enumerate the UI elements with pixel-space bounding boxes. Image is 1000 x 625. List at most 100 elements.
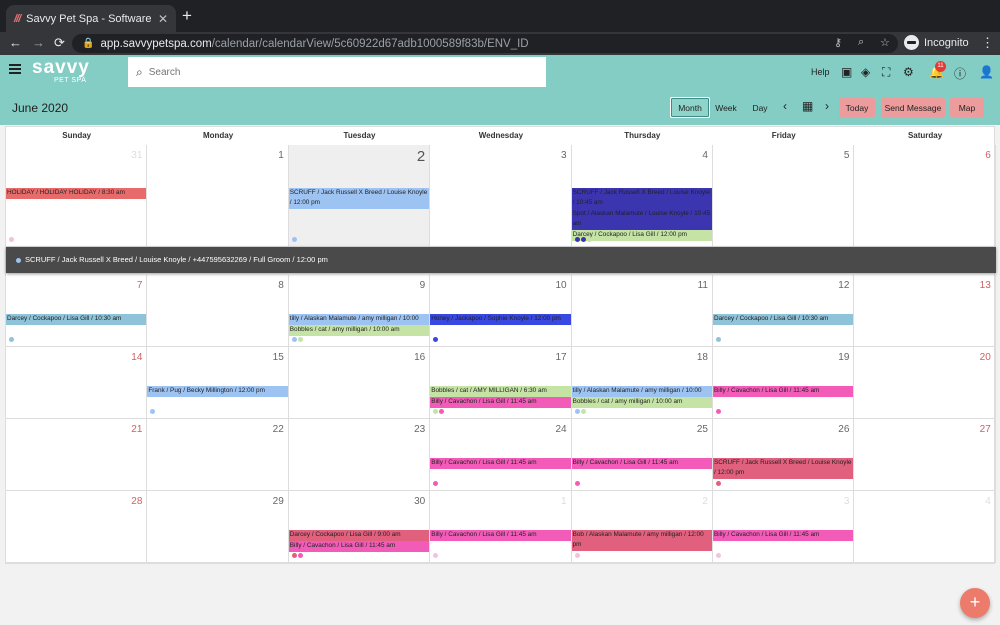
day-cell[interactable]: 2 Bob / Alaskan Malamute / amy milligan /… bbox=[571, 491, 713, 563]
day-cell[interactable]: 31 HOLIDAY / HOLIDAY HOLIDAY / 8:30 am bbox=[6, 145, 148, 247]
day-cell[interactable]: 22 bbox=[147, 419, 289, 491]
star-icon[interactable]: ☆ bbox=[880, 36, 890, 49]
week-view-button[interactable]: Week bbox=[712, 97, 740, 118]
day-cell[interactable]: 24 Billy / Cavachon / Lisa Gill / 11:45 a… bbox=[430, 419, 572, 491]
date-picker-icon[interactable]: ▦ bbox=[802, 99, 813, 113]
event-detail-bar[interactable]: SCRUFF / Jack Russell X Breed / Louise K… bbox=[6, 247, 996, 273]
help-link[interactable]: Help bbox=[811, 67, 830, 77]
day-cell[interactable]: 10 Honey / Jackapoo / Sophie Knoyle / 12:… bbox=[430, 275, 572, 347]
day-cell[interactable]: 18 tilly / Alaskan Malamute / amy milliga… bbox=[571, 347, 713, 419]
appointment-event[interactable]: Frank / Pug / Becky Millington / 12:00 p… bbox=[147, 386, 288, 397]
day-cell[interactable]: 6 bbox=[854, 145, 996, 247]
prev-arrow-icon[interactable]: ‹ bbox=[783, 99, 787, 113]
day-cell[interactable]: 20 bbox=[854, 347, 996, 419]
appointment-event[interactable]: HOLIDAY / HOLIDAY HOLIDAY / 8:30 am bbox=[6, 188, 147, 199]
day-view-button[interactable]: Day bbox=[747, 97, 773, 118]
event-indicator-dot bbox=[9, 237, 14, 242]
settings-gear-icon[interactable]: ⚙ bbox=[903, 65, 914, 79]
appointment-event[interactable]: Spot / Alaskan Malamute / Louise Knoyle … bbox=[571, 209, 712, 230]
account-icon[interactable]: 👤 bbox=[979, 65, 994, 79]
appointment-event[interactable]: Billy / Cavachon / Lisa Gill / 11:45 am bbox=[713, 386, 854, 397]
appointment-event[interactable]: Bob / Alaskan Malamute / amy milligan / … bbox=[571, 530, 712, 551]
appointment-event[interactable]: Bobbles / cat / amy milligan / 10:00 am bbox=[288, 325, 430, 336]
incognito-label: Incognito bbox=[924, 36, 969, 49]
appointment-event[interactable]: Darcey / Cockapoo / Lisa Gill / 12:00 pm bbox=[571, 230, 712, 241]
day-cell[interactable]: 5 bbox=[713, 145, 855, 247]
close-tab-icon[interactable]: ✕ bbox=[158, 12, 168, 26]
next-arrow-icon[interactable]: › bbox=[825, 99, 829, 113]
day-cell[interactable]: 28 bbox=[6, 491, 148, 563]
appointment-event[interactable]: Bobbles / cat / amy milligan / 10:00 am bbox=[571, 397, 712, 408]
day-cell[interactable]: 23 bbox=[288, 419, 431, 491]
appointment-event[interactable]: SCRUFF / Jack Russell X Breed / Louise K… bbox=[571, 188, 712, 209]
day-cell[interactable]: 29 bbox=[147, 491, 289, 563]
back-icon[interactable]: ← bbox=[9, 35, 22, 50]
appointment-event[interactable]: Darcey / Cockapoo / Lisa Gill / 10:30 am bbox=[6, 314, 147, 325]
appointment-event[interactable]: SCRUFF / Jack Russell X Breed / Louise K… bbox=[288, 188, 430, 209]
day-cell[interactable]: 19 Billy / Cavachon / Lisa Gill / 11:45 a… bbox=[713, 347, 855, 419]
appointment-event[interactable]: SCRUFF / Jack Russell X Breed / Louise K… bbox=[713, 458, 854, 479]
day-cell[interactable]: 1 Billy / Cavachon / Lisa Gill / 11:45 am bbox=[430, 491, 572, 563]
browser-menu-icon[interactable]: ⋮ bbox=[981, 35, 994, 51]
search-bar[interactable]: ⌕ bbox=[128, 57, 546, 87]
app-logo[interactable]: savvy PET SPA bbox=[32, 58, 90, 84]
incognito-indicator[interactable]: Incognito bbox=[904, 35, 969, 50]
today-button[interactable]: Today bbox=[839, 98, 875, 117]
day-cell[interactable]: 16 bbox=[288, 347, 431, 419]
day-cell[interactable]: 13 bbox=[854, 275, 996, 347]
appointment-event[interactable]: Darcey / Cockapoo / Lisa Gill / 9:00 am bbox=[288, 530, 430, 541]
day-cell[interactable]: 4 bbox=[854, 491, 996, 563]
event-indicator-dot bbox=[716, 481, 721, 486]
url-field[interactable]: 🔒 app.savvypetspa.com/calendar/calendarV… bbox=[72, 34, 898, 53]
day-cell[interactable]: 27 bbox=[854, 419, 996, 491]
day-cell[interactable]: 14 bbox=[6, 347, 148, 419]
appointment-event[interactable]: Bobbles / cat / AMY MILLIGAN / 6:30 am bbox=[430, 386, 571, 397]
day-cell[interactable]: 30 Darcey / Cockapoo / Lisa Gill / 9:00 a… bbox=[288, 491, 431, 563]
appointment-event[interactable]: Billy / Cavachon / Lisa Gill / 11:45 am bbox=[430, 458, 571, 469]
appointment-event[interactable]: Billy / Cavachon / Lisa Gill / 11:45 am bbox=[288, 541, 430, 552]
key-icon[interactable]: ⚷ bbox=[834, 36, 842, 49]
day-cell[interactable]: 9 tilly / Alaskan Malamute / amy milligan… bbox=[288, 275, 431, 347]
day-cell[interactable]: 3 Billy / Cavachon / Lisa Gill / 11:45 am bbox=[713, 491, 855, 563]
day-cell[interactable]: 7 Darcey / Cockapoo / Lisa Gill / 10:30 a… bbox=[6, 275, 148, 347]
day-cell[interactable]: 25 Billy / Cavachon / Lisa Gill / 11:45 a… bbox=[571, 419, 713, 491]
search-input[interactable] bbox=[148, 66, 529, 78]
day-cell[interactable]: 21 bbox=[6, 419, 148, 491]
day-cell[interactable]: 2 SCRUFF / Jack Russell X Breed / Louise … bbox=[288, 145, 431, 247]
reload-icon[interactable]: ⟳ bbox=[54, 35, 65, 51]
forward-icon[interactable]: → bbox=[32, 35, 45, 50]
day-cell[interactable]: 3 bbox=[430, 145, 572, 247]
browser-tab[interactable]: /// Savvy Pet Spa - Software ✕ bbox=[6, 5, 176, 32]
appointment-event[interactable]: Billy / Cavachon / Lisa Gill / 11:45 am bbox=[430, 530, 571, 541]
day-cell[interactable]: 17 Bobbles / cat / AMY MILLIGAN / 6:30 am… bbox=[430, 347, 572, 419]
day-cell[interactable]: 15 Frank / Pug / Becky Millington / 12:00… bbox=[147, 347, 289, 419]
day-cell[interactable]: 11 bbox=[571, 275, 713, 347]
appointment-event[interactable]: Billy / Cavachon / Lisa Gill / 11:45 am bbox=[430, 397, 571, 408]
zoom-icon[interactable]: ⌕ bbox=[858, 36, 864, 49]
send-message-button[interactable]: Send Message bbox=[881, 98, 945, 117]
menu-icon[interactable] bbox=[9, 64, 21, 74]
add-appointment-button[interactable]: + bbox=[960, 588, 990, 618]
day-cell[interactable]: 26 SCRUFF / Jack Russell X Breed / Louise… bbox=[713, 419, 855, 491]
chat-icon[interactable]: ▣ bbox=[841, 65, 852, 79]
month-view-button[interactable]: Month bbox=[670, 97, 710, 118]
appointment-event[interactable]: Billy / Cavachon / Lisa Gill / 11:45 am bbox=[571, 458, 712, 469]
day-cell[interactable]: 1 bbox=[147, 145, 289, 247]
event-indicator-dot bbox=[291, 553, 297, 558]
day-cell[interactable]: 4 SCRUFF / Jack Russell X Breed / Louise … bbox=[571, 145, 713, 247]
appointment-event[interactable]: Honey / Jackapoo / Sophie Knoyle / 12:00… bbox=[430, 314, 571, 325]
appointment-event[interactable]: tilly / Alaskan Malamute / amy milligan … bbox=[288, 314, 430, 325]
day-number: 4 bbox=[985, 496, 991, 507]
weekday-header: Sunday bbox=[62, 131, 92, 140]
appointment-event[interactable]: Darcey / Cockapoo / Lisa Gill / 10:30 am bbox=[713, 314, 854, 325]
new-tab-button[interactable]: + bbox=[182, 6, 192, 26]
tag-icon[interactable]: ◈ bbox=[861, 65, 870, 79]
map-button[interactable]: Map bbox=[950, 98, 984, 117]
day-cell[interactable]: 12 Darcey / Cockapoo / Lisa Gill / 10:30 … bbox=[713, 275, 855, 347]
event-color-dot bbox=[16, 257, 21, 263]
fullscreen-icon[interactable]: ⛶ bbox=[882, 65, 890, 80]
appointment-event[interactable]: tilly / Alaskan Malamute / amy milligan … bbox=[571, 386, 712, 397]
appointment-event[interactable]: Billy / Cavachon / Lisa Gill / 11:45 am bbox=[713, 530, 854, 541]
info-icon[interactable]: ⓘ bbox=[954, 65, 966, 82]
day-cell[interactable]: 8 bbox=[147, 275, 289, 347]
